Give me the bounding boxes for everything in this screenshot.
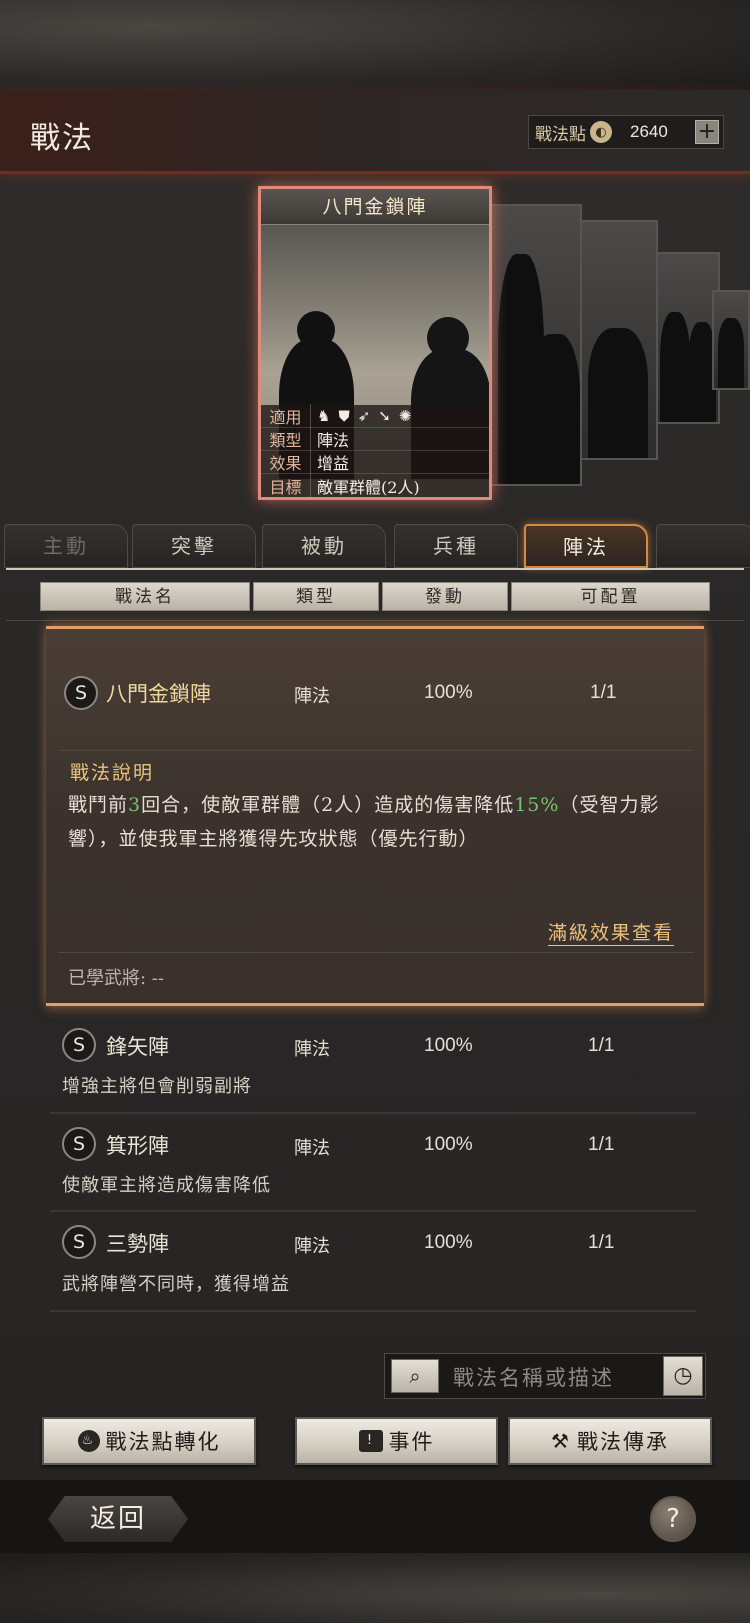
card-preview-2[interactable] [578,220,658,460]
grade-badge: S [62,1028,96,1062]
desc-segment: 戰鬥前 [68,794,129,816]
tactic-type: 陣法 [294,1039,330,1060]
tab-passive[interactable]: 被動 [262,524,386,568]
tactic-name: 三勢陣 [106,1232,169,1256]
divider [50,1310,696,1312]
card-info-row-applicable: 適用 ♞ ⛊ ➶ ➘ ✺ [261,404,489,428]
card-preview-1[interactable] [490,204,582,486]
tactic-type: 陣法 [294,1138,330,1159]
card-info-row-target: 目標 敵軍群體(2人) [261,473,489,497]
event-button[interactable]: ! 事件 [295,1417,498,1465]
info-value: 陣法 [317,431,350,450]
tactic-type: 陣法 [294,686,330,707]
divider [58,952,694,953]
grade-badge: S [64,676,98,710]
card-preview-4[interactable] [712,290,750,390]
featured-tactic-card[interactable]: 八門金鎖陣 適用 ♞ ⛊ ➶ ➘ ✺ 類型 陣法 效果 增益 目標 敵軍群體(2… [258,186,492,500]
convert-points-button[interactable]: ♨ 戰法點轉化 [42,1417,256,1465]
info-key: 適用 [261,404,311,428]
info-key: 類型 [261,427,311,451]
column-header-type[interactable]: 類型 [253,582,379,611]
shield-icon: ⛊ [338,407,350,425]
top-background [0,0,750,90]
spear-icon: ➘ [378,407,391,425]
category-tabs: 主動 突擊 被動 兵種 陣法 [0,524,750,568]
compass-icon: ◐ [590,121,612,143]
inherit-tactic-label: 戰法傳承 [576,1430,669,1454]
tactic-rate: 100% [424,1232,473,1253]
card-info-table: 適用 ♞ ⛊ ➶ ➘ ✺ 類型 陣法 效果 增益 目標 敵軍群體(2人) [261,404,489,497]
tab-troop-type[interactable]: 兵種 [394,524,518,568]
info-key: 目標 [261,473,311,497]
wheel-icon: ✺ [398,407,412,425]
learned-generals: 已學武將: -- [68,968,164,989]
clock-icon[interactable]: ◷ [663,1356,703,1396]
tactic-type: 陣法 [294,1236,330,1257]
add-points-button[interactable]: + [695,120,719,144]
column-header-name[interactable]: 戰法名 [40,582,250,611]
search-box: ⌕ 戰法名稱或描述 ◷ [384,1353,706,1399]
points-label: 戰法點 [535,124,586,145]
info-key: 效果 [261,450,311,474]
convert-points-label: 戰法點轉化 [105,1430,221,1454]
tab-formation[interactable]: 陣法 [524,524,648,568]
tactic-name: 箕形陣 [106,1134,169,1158]
grade-badge: S [62,1225,96,1259]
tactic-slots: 1/1 [588,1134,615,1155]
tactic-name: 鋒矢陣 [106,1035,169,1059]
tab-assault[interactable]: 突擊 [132,524,256,568]
tab-active-skill[interactable]: 主動 [4,524,128,568]
tactic-slots: 1/1 [588,1035,615,1056]
tactic-slots: 1/1 [590,682,617,703]
tactic-summary: 增強主將但會削弱副將 [62,1076,252,1097]
divider [50,1210,696,1212]
desc-segment: 回合，使敵軍群體（2人）造成的傷害降低 [141,794,515,816]
page-title: 戰法 [30,121,94,156]
description-title: 戰法說明 [70,762,155,784]
tactic-name: 八門金鎖陣 [106,682,211,706]
magnifier-icon[interactable]: ⌕ [391,1359,439,1393]
tactic-slots: 1/1 [588,1232,615,1253]
card-info-row-type: 類型 陣法 [261,427,489,451]
description-text: 戰鬥前3回合，使敵軍群體（2人）造成的傷害降低15%（受智力影響），並使我軍主將… [68,788,688,856]
divider [58,750,694,751]
column-headers: 戰法名 類型 發動 可配置 [40,582,710,611]
full-effect-link[interactable]: 滿級效果查看 [548,918,675,946]
card-title: 八門金鎖陣 [261,189,489,225]
tactic-points-box: 戰法點 ◐ 2640 + [528,115,724,149]
troop-type-icons: ♞ ⛊ ➶ ➘ ✺ [311,407,411,425]
card-info-row-effect: 效果 增益 [261,450,489,474]
desc-highlight-number: 3 [128,794,142,816]
column-header-slots[interactable]: 可配置 [511,582,710,611]
search-input[interactable]: 戰法名稱或描述 [453,1362,614,1392]
grade-badge: S [62,1127,96,1161]
tab-underline [6,568,744,570]
card-preview-3[interactable] [650,252,720,424]
bottom-background [0,1553,750,1623]
points-value: 2640 [630,122,668,141]
divider [6,620,744,621]
tactic-rate: 100% [424,682,473,703]
tactic-rate: 100% [424,1035,473,1056]
flame-icon: ♨ [77,1430,100,1452]
cavalry-icon: ♞ [317,407,331,425]
bow-icon: ➶ [357,407,371,425]
tactic-rate: 100% [424,1134,473,1155]
tab-more[interactable] [656,524,750,568]
inherit-tactic-button[interactable]: ⚒ 戰法傳承 [508,1417,712,1465]
hammer-icon: ⚒ [551,1429,571,1453]
help-icon[interactable]: ? [650,1496,696,1542]
alert-icon: ! [358,1430,383,1452]
desc-highlight-number: 15% [514,794,560,816]
event-label: 事件 [388,1430,435,1454]
back-button[interactable]: 返回 [48,1496,188,1542]
info-value: 增益 [317,454,350,473]
divider [50,1112,696,1114]
info-value: 敵軍群體(2人) [317,477,420,497]
tactic-summary: 使敵軍主將造成傷害降低 [62,1175,271,1196]
tactic-summary: 武將陣營不同時，獲得增益 [62,1274,290,1295]
column-header-trigger[interactable]: 發動 [382,582,508,611]
